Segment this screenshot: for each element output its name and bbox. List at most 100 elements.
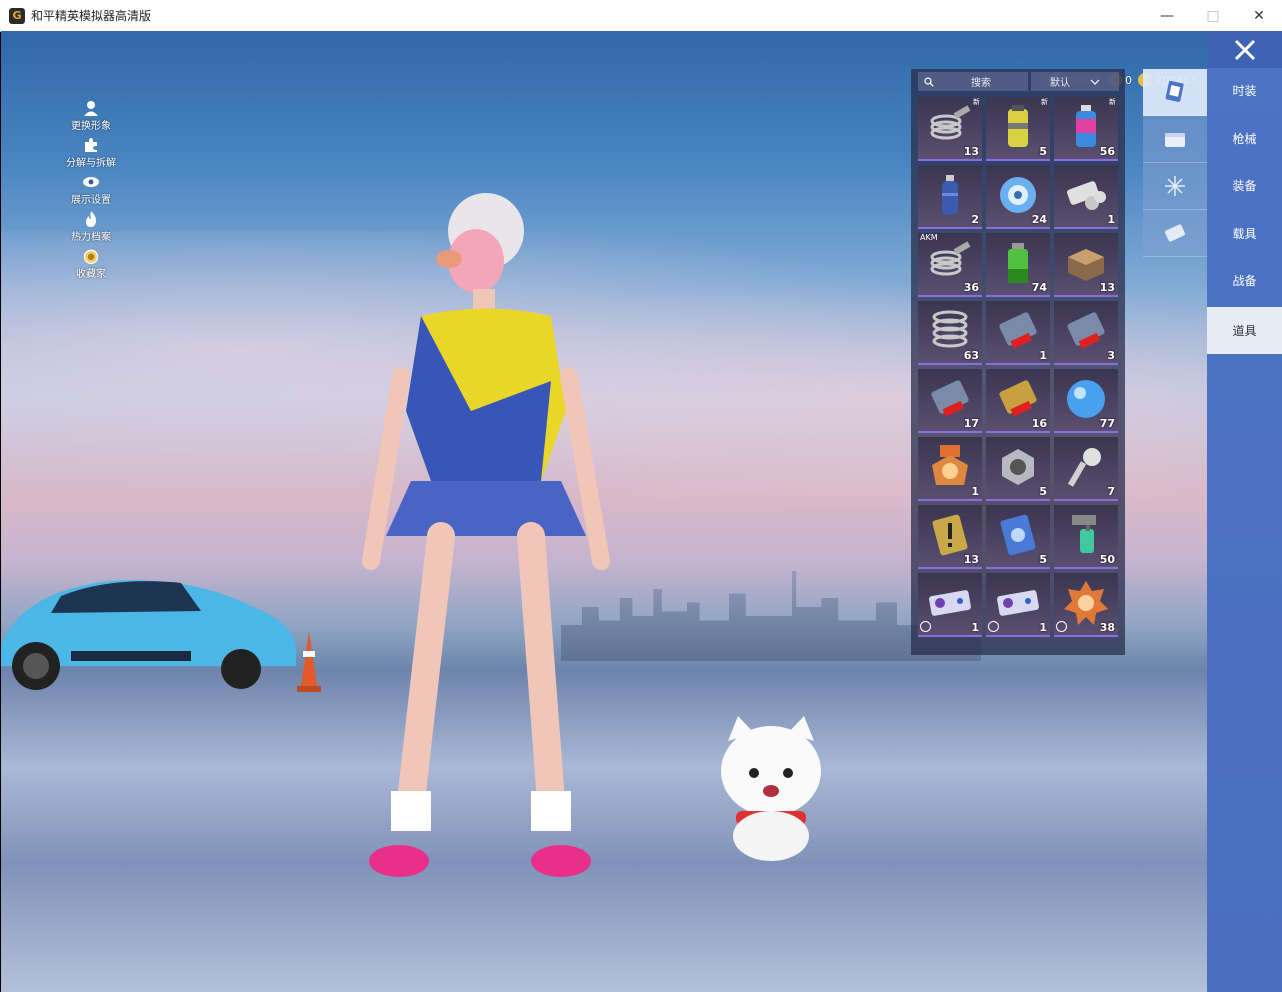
close-inventory-button[interactable]	[1207, 31, 1282, 68]
slot-count: 1	[1039, 621, 1047, 634]
category-fashion[interactable]: 时装	[1207, 67, 1282, 114]
left-menu-label: 分解与拆解	[66, 158, 116, 169]
inventory-slot[interactable]: 38	[1054, 573, 1118, 637]
box-tab[interactable]	[1143, 116, 1207, 163]
slot-count: 63	[963, 349, 979, 362]
slot-count: 50	[1099, 553, 1115, 566]
inventory-slot[interactable]: 5	[986, 437, 1050, 501]
sparkle-tab[interactable]	[1143, 163, 1207, 210]
player-character	[362, 193, 610, 877]
slot-count: 1	[971, 621, 979, 634]
sort-label: 默认	[1050, 78, 1070, 89]
slot-count: 13	[963, 553, 979, 566]
close-window-button[interactable]: ✕	[1236, 0, 1282, 31]
slot-count: 74	[1031, 281, 1047, 294]
inventory-slot[interactable]: 2	[918, 165, 982, 229]
ticket-tab-icon	[1164, 224, 1186, 242]
category-vehicles[interactable]: 载具	[1207, 210, 1282, 257]
close-icon	[1234, 39, 1255, 60]
change-appearance-button[interactable]: 更换形象	[61, 99, 121, 132]
traffic-cone	[297, 631, 321, 692]
maximize-button[interactable]: □	[1190, 0, 1236, 31]
left-menu: 更换形象 分解与拆解 展示设置 热力档案 收藏家	[61, 99, 121, 284]
decompose-button[interactable]: 分解与拆解	[61, 136, 121, 169]
eye-icon	[82, 173, 100, 191]
inventory-slot[interactable]: 1	[918, 573, 982, 637]
inventory-slot[interactable]: 16	[986, 369, 1050, 433]
inventory-slot[interactable]: 74	[986, 233, 1050, 297]
left-menu-label: 更换形象	[71, 121, 111, 132]
inventory-slot[interactable]: 63	[918, 301, 982, 365]
slot-count: 5	[1039, 145, 1047, 158]
inventory-slot[interactable]: 13	[918, 505, 982, 569]
inventory-slot[interactable]: AKM 36	[918, 233, 982, 297]
inventory-slot[interactable]: 1	[986, 301, 1050, 365]
clock-icon	[920, 621, 931, 632]
heat-profile-button[interactable]: 热力档案	[61, 210, 121, 243]
slot-count: 17	[963, 417, 979, 430]
slot-count: 5	[1039, 485, 1047, 498]
card-tab[interactable]	[1143, 69, 1207, 116]
category-props[interactable]: 道具	[1207, 307, 1282, 354]
inventory-slot[interactable]: 1	[1054, 165, 1118, 229]
slot-count: 3	[1107, 349, 1115, 362]
inventory-grid: 新 13 新 5 新 56 2 24 1 AKM 36 74 13 63 1 3 17 16 77 1 5 7 13 5 50 1…	[918, 97, 1120, 637]
inventory-slot[interactable]: 新 56	[1054, 97, 1118, 161]
inventory-slot[interactable]: 1	[918, 437, 982, 501]
window-titlebar: G 和平精英模拟器高清版 — □ ✕	[0, 0, 1282, 32]
slot-count: 1	[1039, 349, 1047, 362]
category-battle-prep[interactable]: 战备	[1207, 257, 1282, 304]
ticket-tab[interactable]	[1143, 210, 1207, 257]
left-menu-label: 收藏家	[76, 269, 106, 280]
sort-dropdown[interactable]: 默认	[1031, 72, 1119, 91]
search-icon	[924, 76, 934, 87]
inventory-slot[interactable]: 新 13	[918, 97, 982, 161]
left-menu-label: 热力档案	[71, 232, 111, 243]
collector-badge-icon	[82, 247, 100, 265]
chevron-down-icon	[1090, 79, 1100, 85]
inventory-slot[interactable]: 17	[918, 369, 982, 433]
inventory-slot[interactable]: 77	[1054, 369, 1118, 433]
new-badge: 新	[1109, 98, 1116, 106]
bronze-amount: 0	[1125, 73, 1132, 87]
slot-count: 1	[1107, 213, 1115, 226]
flame-icon	[82, 210, 100, 228]
window-title: 和平精英模拟器高清版	[31, 9, 152, 23]
minimize-button[interactable]: —	[1144, 0, 1190, 31]
inventory-slot[interactable]: 新5	[986, 97, 1050, 161]
display-settings-button[interactable]: 展示设置	[61, 173, 121, 206]
slot-count: 77	[1099, 417, 1115, 430]
inventory-slot[interactable]: 5	[986, 505, 1050, 569]
inventory-slot[interactable]: 50	[1054, 505, 1118, 569]
slot-count: 13	[963, 145, 979, 158]
inventory-slot[interactable]: 13	[1054, 233, 1118, 297]
slot-count: 36	[963, 281, 979, 294]
app-logo-icon: G	[9, 7, 25, 24]
inventory-panel: 搜索 默认 新 13 新 5 新 56 2 24 1 AKM 36 74 13 63 1 3 17 16 77 1 5 7…	[911, 69, 1125, 655]
slot-count: 56	[1099, 145, 1115, 158]
slot-count: 7	[1107, 485, 1115, 498]
person-icon	[82, 99, 100, 117]
inventory-slot[interactable]: 3	[1054, 301, 1118, 365]
slot-tag: AKM	[920, 233, 938, 242]
slot-count: 5	[1039, 553, 1047, 566]
clock-icon	[988, 621, 999, 632]
slot-count: 2	[971, 213, 979, 226]
inventory-slot[interactable]: 1	[986, 573, 1050, 637]
search-input[interactable]: 搜索	[918, 72, 1028, 91]
new-badge: 新	[973, 98, 980, 106]
collector-button[interactable]: 收藏家	[61, 247, 121, 280]
category-equipment[interactable]: 装备	[1207, 162, 1282, 209]
slot-count: 13	[1099, 281, 1115, 294]
left-menu-label: 展示设置	[71, 195, 111, 206]
slot-count: 38	[1099, 621, 1115, 634]
slot-count: 16	[1031, 417, 1047, 430]
new-badge: 新	[1041, 98, 1048, 106]
box-tab-icon	[1165, 133, 1185, 147]
inventory-slot[interactable]: 24	[986, 165, 1050, 229]
category-weapons[interactable]: 枪械	[1207, 115, 1282, 162]
inventory-slot[interactable]: 7	[1054, 437, 1118, 501]
slot-count: 24	[1031, 213, 1047, 226]
white-cat-pet	[721, 716, 821, 861]
search-placeholder: 搜索	[971, 78, 991, 89]
